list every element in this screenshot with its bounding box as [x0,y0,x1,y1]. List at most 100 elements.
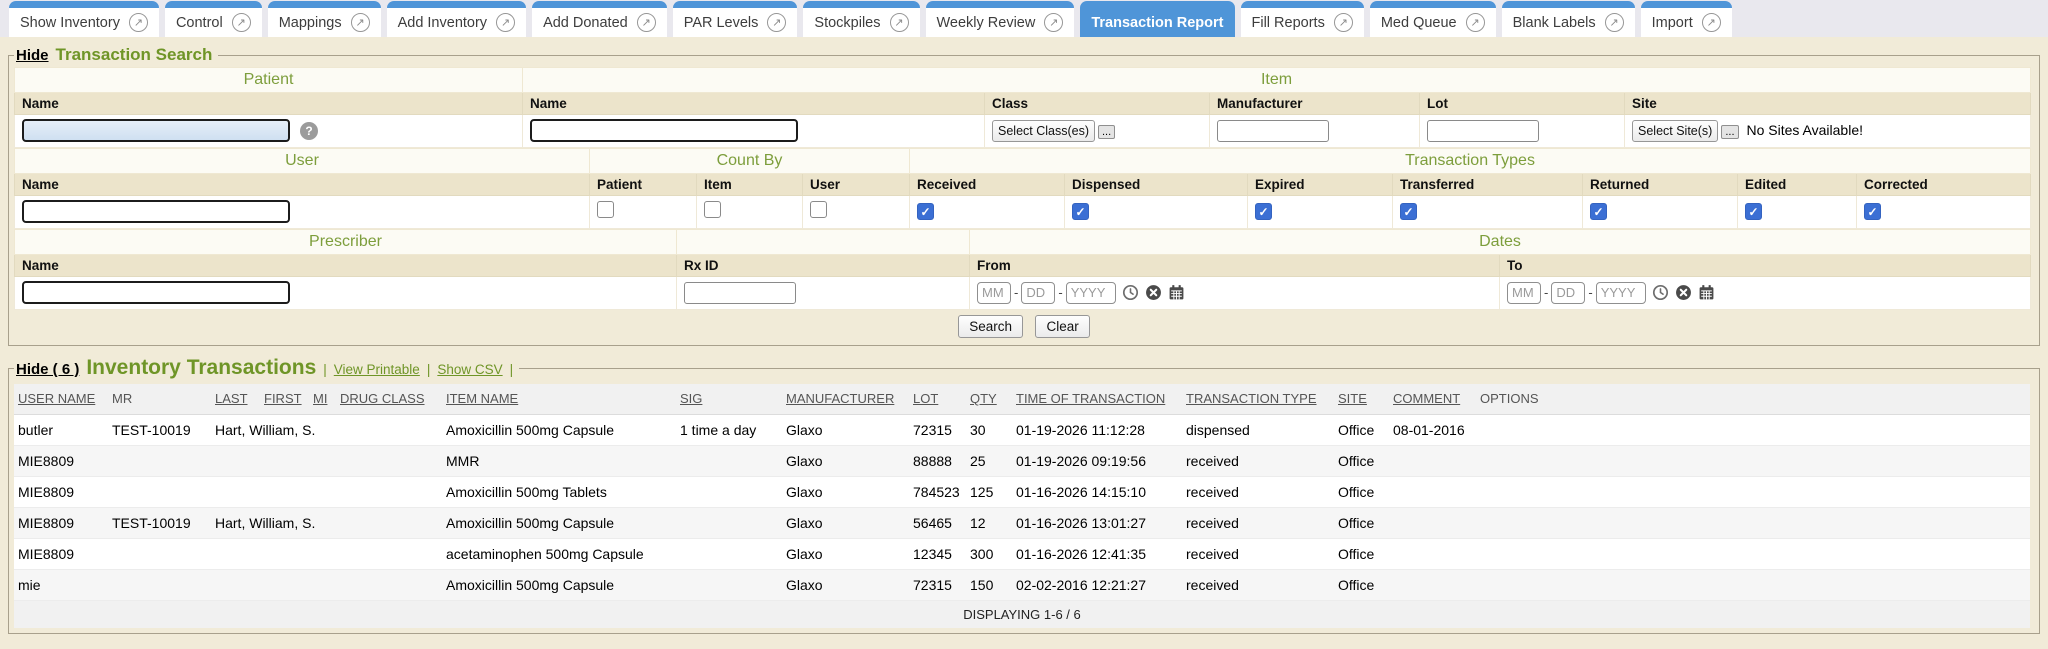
class-browse-button[interactable]: ... [1098,125,1115,139]
lot-label: Lot [1420,93,1625,115]
cell-item: Amoxicillin 500mg Capsule [442,570,676,601]
transferred-checkbox[interactable] [1400,203,1417,220]
from-calendar-icon[interactable] [1168,284,1185,301]
open-new-window-icon[interactable] [1044,13,1063,32]
from-day-input[interactable] [1021,282,1055,304]
cell-patient-name: Hart, William, S. [211,508,336,539]
tab-transaction-report[interactable]: Transaction Report [1080,1,1234,37]
open-new-window-icon[interactable] [1605,13,1624,32]
user-name-input[interactable] [22,200,290,223]
cell-comment: 08-01-2016 [1389,415,1476,446]
help-icon[interactable] [300,122,318,140]
cell-user: butler [14,415,108,446]
cell-lot: 88888 [909,446,966,477]
tab-fill-reports[interactable]: Fill Reports [1241,1,1364,37]
to-clear-icon[interactable] [1675,284,1692,301]
site-browse-button[interactable]: ... [1721,125,1738,139]
count-by-patient-checkbox[interactable] [597,201,614,218]
transactions-table: USER NAME MR LAST FIRST MI DRUG CLASS IT… [14,384,2030,628]
sort-transaction-type[interactable]: TRANSACTION TYPE [1186,391,1317,406]
from-month-input[interactable] [977,282,1011,304]
tab-par-levels[interactable]: PAR Levels [673,1,798,37]
dispensed-checkbox[interactable] [1072,203,1089,220]
cell-user: MIE8809 [14,446,108,477]
table-footer-row: DISPLAYING 1-6 / 6 [14,601,2030,629]
cell-time: 01-16-2026 14:15:10 [1012,477,1182,508]
tab-add-inventory[interactable]: Add Inventory [387,1,526,37]
tab-weekly-review[interactable]: Weekly Review [926,1,1075,37]
sort-lot[interactable]: LOT [913,391,938,406]
manufacturer-input[interactable] [1217,120,1329,142]
hide-search-link[interactable]: Hide [16,47,49,64]
cell-qty: 150 [966,570,1012,601]
sort-item-name[interactable]: ITEM NAME [446,391,518,406]
sort-qty[interactable]: QTY [970,391,997,406]
tab-accent-strip [673,1,798,8]
tab-control[interactable]: Control [165,1,262,37]
sort-site[interactable]: SITE [1338,391,1367,406]
tab-med-queue[interactable]: Med Queue [1370,1,1496,37]
cell-type: received [1182,446,1334,477]
select-classes-button[interactable]: Select Class(es) [992,120,1095,142]
from-now-clock-icon[interactable] [1122,284,1139,301]
hide-transactions-link[interactable]: Hide ( 6 ) [16,361,79,378]
count-by-user-checkbox[interactable] [810,201,827,218]
to-month-input[interactable] [1507,282,1541,304]
tab-mappings[interactable]: Mappings [268,1,381,37]
open-new-window-icon[interactable] [1466,13,1485,32]
open-new-window-icon[interactable] [890,13,909,32]
open-new-window-icon[interactable] [1702,13,1721,32]
rxid-input[interactable] [684,282,796,304]
open-new-window-icon[interactable] [351,13,370,32]
show-csv-link[interactable]: Show CSV [437,362,502,377]
tab-import[interactable]: Import [1641,1,1732,37]
cell-comment [1389,539,1476,570]
to-day-input[interactable] [1551,282,1585,304]
sort-first[interactable]: FIRST [264,391,302,406]
tab-label: PAR Levels [684,15,759,31]
expired-checkbox[interactable] [1255,203,1272,220]
date-to-group: - - [1507,282,2023,304]
sort-time-of-transaction[interactable]: TIME OF TRANSACTION [1016,391,1165,406]
tab-add-donated[interactable]: Add Donated [532,1,667,37]
corrected-checkbox[interactable] [1864,203,1881,220]
to-year-input[interactable] [1596,282,1646,304]
clear-button[interactable]: Clear [1035,315,1089,338]
open-new-window-icon[interactable] [1334,13,1353,32]
returned-checkbox[interactable] [1590,203,1607,220]
from-year-input[interactable] [1066,282,1116,304]
open-new-window-icon[interactable] [496,13,515,32]
sort-sig[interactable]: SIG [680,391,702,406]
sort-drug-class[interactable]: DRUG CLASS [340,391,425,406]
tab-show-inventory[interactable]: Show Inventory [9,1,159,37]
legend-separator: | [510,362,514,377]
inventory-transactions-panel: Hide ( 6 ) Inventory Transactions | View… [8,356,2040,634]
from-clear-icon[interactable] [1145,284,1162,301]
sort-user-name[interactable]: USER NAME [18,391,95,406]
sort-manufacturer[interactable]: MANUFACTURER [786,391,894,406]
tab-stockpiles[interactable]: Stockpiles [803,1,919,37]
count-by-item-checkbox[interactable] [704,201,721,218]
search-button[interactable]: Search [958,315,1023,338]
patient-name-input[interactable] [22,119,290,142]
to-calendar-icon[interactable] [1698,284,1715,301]
prescriber-name-input[interactable] [22,281,290,304]
open-new-window-icon[interactable] [232,13,251,32]
open-new-window-icon[interactable] [637,13,656,32]
sort-last[interactable]: LAST [215,391,248,406]
to-now-clock-icon[interactable] [1652,284,1669,301]
received-checkbox[interactable] [917,203,934,220]
sort-mi[interactable]: MI [313,391,327,406]
lot-input[interactable] [1427,120,1539,142]
select-sites-button[interactable]: Select Site(s) [1632,120,1718,142]
item-name-input[interactable] [530,119,798,142]
view-printable-link[interactable]: View Printable [334,362,420,377]
cell-lot: 72315 [909,570,966,601]
edited-checkbox[interactable] [1745,203,1762,220]
open-new-window-icon[interactable] [129,13,148,32]
open-new-window-icon[interactable] [767,13,786,32]
search-band-prescriber-dates: Prescriber Dates Name Rx ID From To - - [14,229,2031,310]
sort-comment[interactable]: COMMENT [1393,391,1460,406]
tab-blank-labels[interactable]: Blank Labels [1502,1,1635,37]
cell-time: 01-16-2026 12:41:35 [1012,539,1182,570]
